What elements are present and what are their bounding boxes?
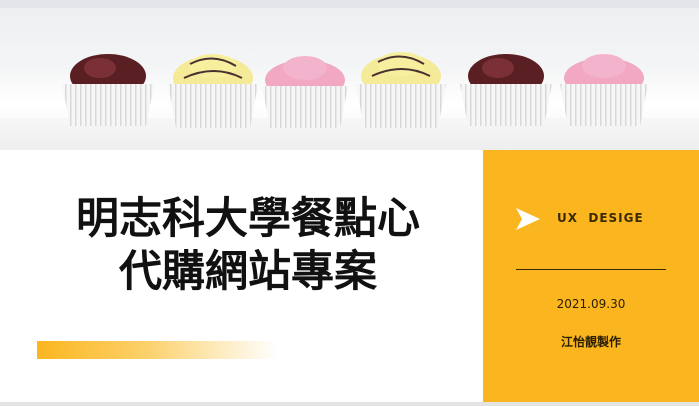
slide-title: 明志科大學餐點心 代購網站專案 xyxy=(28,193,468,299)
cupcake-yellow xyxy=(168,54,258,128)
cupcake-pink-2 xyxy=(560,54,648,126)
chevron-logo-icon xyxy=(516,208,540,230)
author-credit: 江怡靚製作 xyxy=(560,335,621,349)
accent-gradient-bar xyxy=(37,341,277,359)
presentation-date: 2021.09.30 xyxy=(556,297,626,311)
cupcake-chocolate-2 xyxy=(460,54,552,126)
bottom-edge xyxy=(0,402,699,406)
title-line-1: 明志科大學餐點心 xyxy=(76,194,420,244)
cupcakes-illustration xyxy=(62,52,648,128)
cupcake-chocolate xyxy=(62,54,154,126)
title-line-2: 代購網站專案 xyxy=(119,247,377,297)
cupcake-yellow-2 xyxy=(356,52,446,128)
cupcake-pink xyxy=(262,56,348,128)
panel-divider xyxy=(516,269,666,270)
ux-design-label: UX DESIGE xyxy=(557,211,644,225)
banner-image xyxy=(0,0,699,150)
info-panel: UX DESIGE 2021.09.30 江怡靚製作 xyxy=(483,150,699,406)
slide: 明志科大學餐點心 代購網站專案 UX DESIGE 2021.09.30 江怡靚… xyxy=(0,0,699,406)
